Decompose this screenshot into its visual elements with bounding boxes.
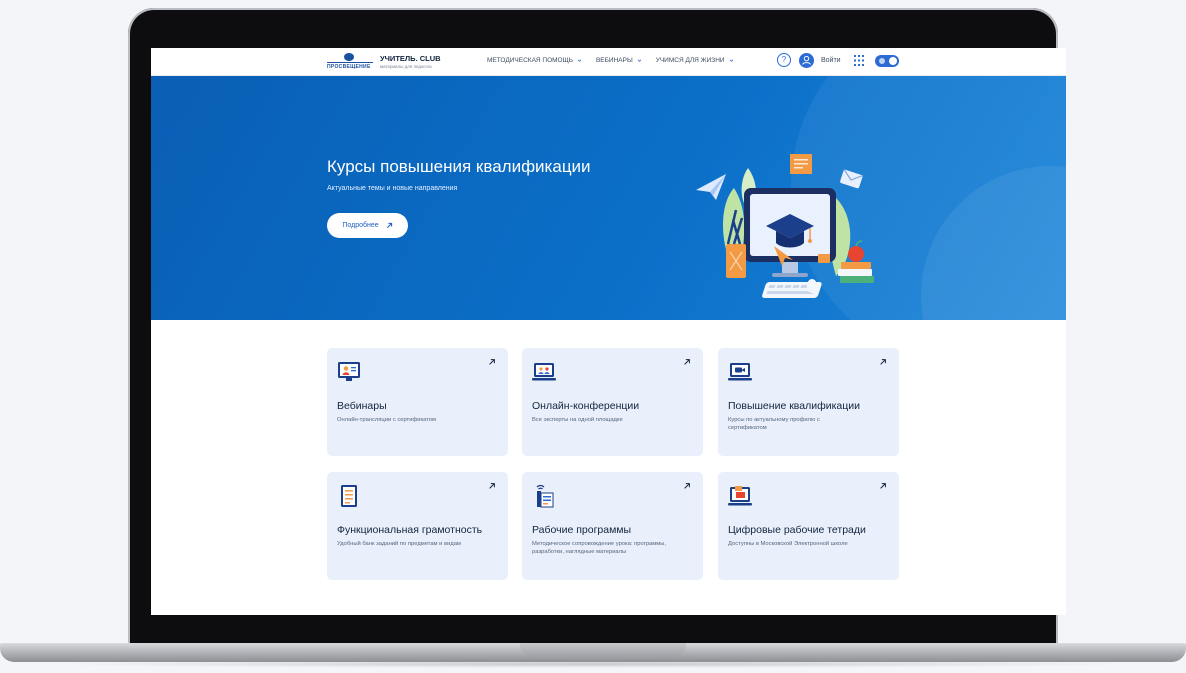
brand[interactable]: УЧИТЕЛЬ. CLUB материалы для педагога — [380, 54, 441, 69]
card-professional-development[interactable]: Повышение квалификации Курсы по актуальн… — [718, 348, 899, 456]
card-description: Все эксперты на одной площадке — [532, 417, 623, 423]
programs-icon — [536, 484, 554, 508]
card-title: Онлайн-конференции — [532, 400, 640, 412]
hero-title: Курсы повышения квалификации — [327, 157, 591, 176]
arrow-up-right-icon — [684, 483, 690, 489]
user-avatar-icon[interactable] — [799, 53, 814, 68]
more-button[interactable]: Подробнее — [327, 213, 408, 238]
card-title: Рабочие программы — [532, 524, 632, 536]
education-illustration — [696, 154, 874, 298]
card-digital-workbooks[interactable]: Цифровые рабочие тетради Доступны в Моск… — [718, 472, 899, 580]
arrow-up-right-icon — [880, 483, 886, 489]
nav-item-label: УЧИМСЯ ДЛЯ ЖИЗНИ — [655, 57, 725, 64]
conference-icon — [532, 363, 556, 381]
help-icon[interactable]: ? — [777, 53, 791, 67]
logo-text: ПРОСВЕЩЕНИЕ — [327, 64, 371, 70]
logo-mark — [344, 53, 354, 61]
nav-item-label: ВЕБИНАРЫ — [595, 57, 633, 64]
arrow-up-right-icon — [489, 359, 495, 365]
card-title: Функциональная грамотность — [337, 524, 483, 536]
hero-subtitle: Актуальные темы и новые направления — [327, 185, 458, 192]
card-title: Повышение квалификации — [728, 400, 860, 412]
nav-item-learning-for-life[interactable]: УЧИМСЯ ДЛЯ ЖИЗНИ — [656, 57, 734, 64]
digital-notebook-icon — [728, 486, 752, 506]
main-nav: МЕТОДИЧЕСКАЯ ПОМОЩЬ ВЕБИНАРЫ УЧИМСЯ ДЛЯ … — [487, 57, 734, 64]
video-camera-icon — [728, 363, 752, 381]
nav-item-label: МЕТОДИЧЕСКАЯ ПОМОЩЬ — [487, 57, 573, 64]
more-button-label: Подробнее — [342, 222, 379, 229]
logo-line — [327, 62, 373, 63]
chevron-down-icon — [577, 59, 582, 62]
hero-banner: Курсы повышения квалификации Актуальные … — [151, 76, 1066, 320]
card-title: Цифровые рабочие тетради — [728, 524, 866, 536]
card-description: Онлайн-трансляции с сертификатом — [337, 417, 437, 423]
laptop-notch — [520, 643, 686, 657]
card-description: Доступны в Московской Электронной школе — [728, 541, 848, 547]
nav-item-webinars[interactable]: ВЕБИНАРЫ — [596, 57, 642, 64]
brand-title: УЧИТЕЛЬ. CLUB — [380, 54, 441, 63]
card-title: Вебинары — [337, 400, 387, 412]
card-description: Удобный банк заданий по предметам и вида… — [337, 541, 461, 547]
laptop-screen: ПРОСВЕЩЕНИЕ УЧИТЕЛЬ. CLUB материалы для … — [151, 48, 1066, 615]
login-link[interactable]: Войти — [821, 57, 841, 64]
person-icon — [802, 55, 811, 65]
arrow-up-right-icon — [880, 359, 886, 365]
chevron-down-icon — [729, 59, 733, 62]
brand-subtitle: материалы для педагога — [380, 64, 432, 69]
webinar-icon — [338, 362, 360, 381]
card-description: Курсы по актуальному профилю с сертифика… — [728, 417, 820, 431]
chevron-down-icon — [637, 59, 641, 62]
worksheet-icon — [341, 485, 357, 507]
arrow-up-right-icon — [489, 483, 495, 489]
arrow-up-right-icon — [684, 359, 690, 365]
card-description: Методическое сопровождение урока: програ… — [532, 541, 667, 555]
card-work-programs[interactable]: Рабочие программы Методическое сопровожд… — [522, 472, 703, 580]
site-header: ПРОСВЕЩЕНИЕ УЧИТЕЛЬ. CLUB материалы для … — [151, 48, 1066, 76]
card-functional-literacy[interactable]: Функциональная грамотность Удобный банк … — [327, 472, 508, 580]
arrow-up-right-icon — [386, 222, 392, 228]
card-online-conferences[interactable]: Онлайн-конференции Все эксперты на одной… — [522, 348, 703, 456]
card-webinars[interactable]: Вебинары Онлайн-трансляции с сертификато… — [327, 348, 508, 456]
accessibility-toggle[interactable] — [875, 55, 899, 67]
nav-item-methodical-help[interactable]: МЕТОДИЧЕСКАЯ ПОМОЩЬ — [487, 57, 582, 64]
apps-grid-icon[interactable] — [854, 55, 864, 66]
prosveshchenie-logo[interactable]: ПРОСВЕЩЕНИЕ — [327, 53, 373, 70]
